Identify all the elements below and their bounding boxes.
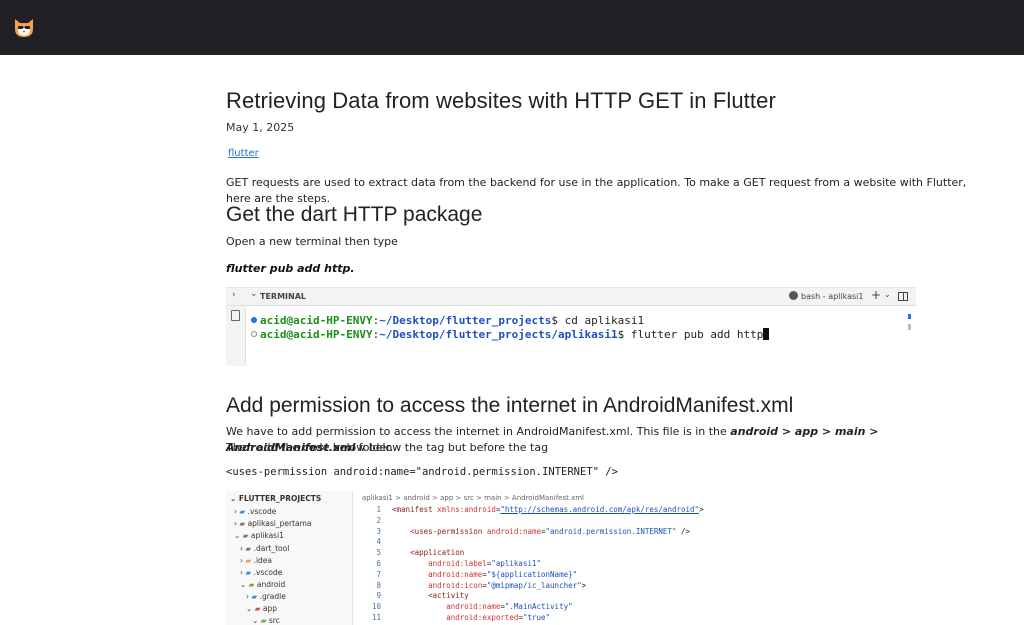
line-number: 3 (376, 526, 381, 536)
terminal-path: ~/Desktop/flutter_projects/aplikasi1 (379, 328, 618, 341)
terminal-sidebar (226, 306, 246, 366)
chevron-down-icon: ⌄ (250, 289, 258, 299)
terminal-header: › ⌄ TERMINAL bash - aplikasi1 + ⌄ (226, 288, 916, 306)
line-number: 4 (376, 537, 381, 547)
cursor (763, 328, 770, 340)
code-line: android:label="aplikasi1" (428, 558, 542, 568)
chevron-down-icon[interactable]: ⌄ (884, 290, 891, 299)
line-number: 2 (376, 515, 381, 525)
code-line: <activity (428, 591, 469, 601)
article: Retrieving Data from websites with HTTP … (226, 88, 966, 160)
editor-screenshot: ⌄ FLUTTER_PROJECTS › ▰ .vscode › ▰ aplik… (226, 491, 918, 625)
line-number: 6 (376, 558, 381, 568)
chevron-right-icon: › (232, 290, 236, 300)
code-editor[interactable]: <manifest xmlns:android="http://schemas.… (392, 505, 704, 624)
command-text: flutter pub add http. (226, 262, 355, 275)
line-number: 8 (376, 580, 381, 590)
terminal-line: acid@acid-HP-ENVY:~/Desktop/flutter_proj… (260, 328, 770, 341)
code-line: <application (410, 548, 465, 558)
tag-link[interactable]: flutter (228, 148, 259, 159)
line-numbers: 1 2 3 4 5 6 7 8 9 10 11 (361, 505, 381, 624)
document-icon (231, 310, 240, 321)
terminal-command: $ cd aplikasi1 (551, 314, 645, 327)
code-snippet: <uses-permission android:name="android.p… (226, 466, 618, 478)
terminal-line: acid@acid-HP-ENVY:~/Desktop/flutter_proj… (260, 314, 645, 327)
tree-item[interactable]: › ▰ aplikasi_pertama (234, 519, 312, 528)
line-number: 5 (376, 548, 381, 558)
page-title: Retrieving Data from websites with HTTP … (226, 88, 776, 113)
terminal-path: ~/Desktop/flutter_projects (379, 314, 552, 327)
chevron-down-icon: ⌄ (230, 494, 237, 503)
tree-item[interactable]: › ▰ .dart_tool (240, 544, 289, 553)
terminal-user: acid@acid-HP-ENVY (260, 314, 373, 327)
terminal-command: $ flutter pub add http (617, 328, 764, 341)
tree-item[interactable]: ⌄ ▰ android (240, 580, 285, 589)
code-line: android:icon="@mipmap/ic_launcher"> (428, 580, 587, 590)
tree-item[interactable]: ⌄ ▰ app (246, 604, 277, 613)
line-number: 9 (376, 591, 381, 601)
code-line: android:name=".MainActivity" (446, 602, 573, 612)
permission-paragraph-2: Then add the code below below the tag bu… (226, 441, 549, 454)
add-terminal-icon[interactable]: + (871, 288, 881, 302)
terminal-screenshot: › ⌄ TERMINAL bash - aplikasi1 + ⌄ acid@a… (226, 287, 916, 366)
code-line: <manifest xmlns:android="http://schemas.… (392, 505, 704, 514)
section-text-terminal: Open a new terminal then type (226, 235, 398, 248)
section-heading-http: Get the dart HTTP package (226, 203, 483, 226)
terminal-scrollbar[interactable] (908, 314, 911, 319)
tree-item[interactable]: › ▰ .vscode (240, 568, 282, 577)
bash-icon (789, 291, 798, 300)
prompt-dot-icon (251, 331, 257, 337)
code-line: <uses-permission android:name="android.p… (410, 526, 691, 536)
code-line: android:name="${applicationName}" (428, 569, 578, 579)
terminal-tab-label[interactable]: TERMINAL (260, 292, 306, 301)
line-number: 1 (376, 505, 381, 514)
explorer-title: ⌄ FLUTTER_PROJECTS (230, 494, 322, 503)
prompt-dot-icon (251, 317, 257, 323)
cat-face-icon[interactable] (12, 15, 36, 39)
file-explorer: ⌄ FLUTTER_PROJECTS › ▰ .vscode › ▰ aplik… (226, 491, 353, 625)
tree-item[interactable]: › ▰ .idea (240, 556, 272, 565)
line-number: 7 (376, 569, 381, 579)
code-line: android:exported="true" (446, 612, 551, 622)
line-number: 10 (371, 602, 381, 612)
breadcrumb: aplikasi1 > android > app > src > main >… (362, 494, 584, 502)
post-date: May 1, 2025 (226, 121, 295, 134)
top-navbar (0, 0, 1024, 55)
section-heading-permission: Add permission to access the internet in… (226, 394, 794, 417)
split-terminal-icon[interactable] (898, 292, 908, 301)
terminal-shell-label[interactable]: bash - aplikasi1 (801, 292, 864, 301)
tree-item[interactable]: › ▰ .gradle (246, 592, 286, 601)
tree-item[interactable]: › ▰ .vscode (234, 507, 276, 516)
permission-text: We have to add permission to access the … (226, 425, 731, 438)
tree-item[interactable]: ⌄ ▰ aplikasi1 (234, 531, 284, 540)
line-number: 11 (371, 612, 381, 622)
terminal-user: acid@acid-HP-ENVY (260, 328, 373, 341)
terminal-scrollbar[interactable] (908, 324, 911, 330)
tree-item[interactable]: ⌄ ▰ src (252, 616, 280, 625)
